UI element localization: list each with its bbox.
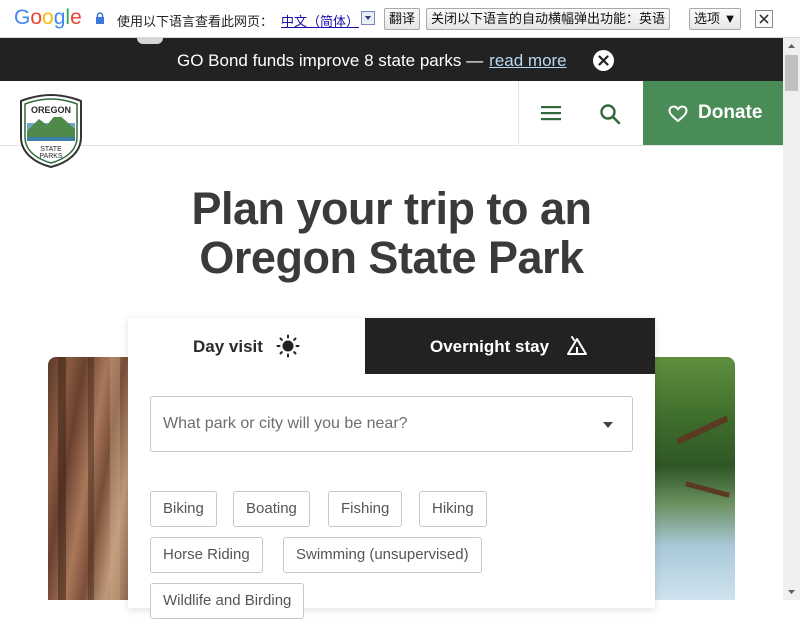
- activity-chip-hiking[interactable]: Hiking: [419, 491, 487, 527]
- announcement-text: GO Bond funds improve 8 state parks — rea…: [177, 51, 567, 71]
- donate-label: Donate: [698, 102, 763, 123]
- announcement-decoration: [137, 38, 163, 44]
- close-icon[interactable]: [755, 10, 773, 28]
- activity-chip-fishing[interactable]: Fishing: [328, 491, 403, 527]
- lock-icon: [96, 12, 104, 24]
- announcement-message: GO Bond funds improve 8 state parks —: [177, 51, 484, 70]
- tab-day-visit[interactable]: Day visit: [128, 318, 365, 374]
- translate-language-link[interactable]: 中文（简体）: [281, 11, 359, 30]
- translate-prompt: 使用以下语言查看此网页：: [117, 14, 274, 29]
- read-more-link[interactable]: read more: [489, 51, 566, 70]
- hero-photo-left: [48, 357, 130, 600]
- page-title-line-1: Plan your trip to an: [191, 183, 592, 234]
- svg-text:PARKS: PARKS: [39, 153, 63, 160]
- logo-text-top: OREGON: [31, 105, 71, 115]
- disable-translate-button[interactable]: 关闭以下语言的自动横幅弹出功能：英语: [426, 8, 671, 30]
- scroll-thumb[interactable]: [785, 55, 798, 91]
- park-search-select[interactable]: What park or city will you be near?: [150, 396, 633, 452]
- activity-chip-biking[interactable]: Biking: [150, 491, 217, 527]
- announcement-close-icon[interactable]: [593, 50, 614, 71]
- translate-bar: Google 使用以下语言查看此网页： 中文（简体） 翻译 关闭以下语言的自动横…: [0, 0, 800, 38]
- scroll-up-icon[interactable]: [783, 38, 800, 55]
- tab-day-visit-label: Day visit: [193, 337, 263, 356]
- activity-chip-horse-riding[interactable]: Horse Riding: [150, 537, 263, 573]
- google-logo-letter: g: [53, 6, 66, 29]
- page-title: Plan your trip to an Oregon State Park: [0, 184, 783, 282]
- tab-overnight-stay-label: Overnight stay: [430, 337, 550, 356]
- park-search-placeholder: What park or city will you be near?: [163, 415, 408, 432]
- activity-chip-wildlife-birding[interactable]: Wildlife and Birding: [150, 583, 305, 619]
- google-logo-letter: G: [14, 6, 31, 29]
- search-icon: [600, 104, 621, 125]
- hamburger-icon: [541, 106, 561, 121]
- translate-button[interactable]: 翻译: [384, 8, 421, 30]
- donate-button[interactable]: Donate: [643, 81, 783, 145]
- scroll-down-icon[interactable]: [783, 583, 800, 600]
- sun-icon: [276, 334, 300, 358]
- hero-photo-right: [655, 357, 735, 600]
- trip-planner-card: Day visit Overnight stay What park or ci…: [128, 318, 655, 619]
- announcement-bar: GO Bond funds improve 8 state parks — rea…: [0, 38, 783, 81]
- svg-text:STATE: STATE: [40, 146, 62, 153]
- google-logo: Google: [14, 6, 82, 30]
- language-dropdown-icon[interactable]: [361, 11, 375, 25]
- oregon-state-parks-logo[interactable]: OREGON STATE PARKS: [17, 93, 85, 169]
- vertical-scrollbar[interactable]: [783, 38, 800, 600]
- tent-icon: [567, 336, 587, 355]
- activity-chip-swimming[interactable]: Swimming (unsupervised): [283, 537, 482, 573]
- chevron-down-icon: [603, 422, 613, 428]
- tab-overnight-stay[interactable]: Overnight stay: [365, 318, 655, 374]
- site-header: OREGON STATE PARKS Donate: [0, 81, 783, 169]
- options-button[interactable]: 选项 ▼: [689, 8, 742, 30]
- google-logo-letter: o: [42, 6, 54, 29]
- page-title-line-2: Oregon State Park: [199, 232, 584, 283]
- google-logo-letter: e: [70, 6, 82, 29]
- google-logo-letter: o: [30, 6, 43, 29]
- menu-button[interactable]: [518, 81, 582, 145]
- search-button[interactable]: [582, 81, 643, 145]
- heart-icon: [668, 105, 688, 123]
- activity-chip-boating[interactable]: Boating: [233, 491, 310, 527]
